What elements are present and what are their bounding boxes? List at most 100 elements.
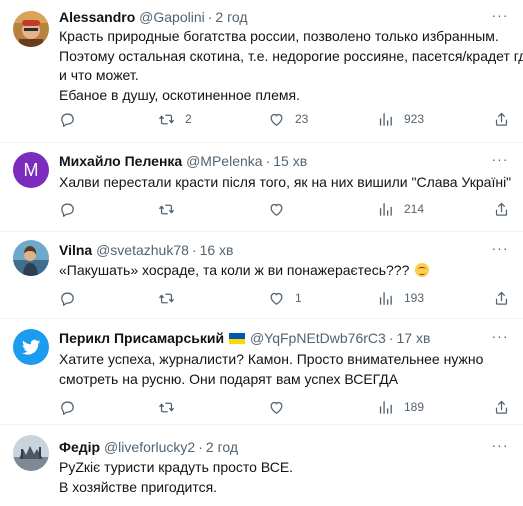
reply-icon xyxy=(61,203,74,217)
tweet-mpelenka[interactable]: M Михайло Пеленка @MPelenka · 15 хв ··· Ха… xyxy=(0,143,523,232)
views-icon xyxy=(379,291,392,305)
user-handle[interactable]: @liveforlucky2 xyxy=(104,439,195,455)
share-icon xyxy=(495,202,508,216)
more-icon[interactable]: ··· xyxy=(491,152,509,171)
separator-dot: · xyxy=(265,153,271,169)
tweet-text: «Пакушать» хосраде, та коли ж ви понажер… xyxy=(59,261,511,281)
retweet-button[interactable] xyxy=(158,199,175,219)
tweet-vilna[interactable]: Vilna @svetazhuk78 · 16 хв ··· «Пакушать» … xyxy=(0,232,523,319)
reply-button[interactable] xyxy=(59,109,86,129)
views-count: 923 xyxy=(404,112,425,126)
retweet-button[interactable]: 2 xyxy=(158,109,192,129)
like-button[interactable] xyxy=(268,199,285,219)
reply-button[interactable] xyxy=(59,397,76,417)
tweet-text-line: Ебаное в душу, оскотиненное племя. xyxy=(59,86,300,103)
timestamp[interactable]: 2 год xyxy=(206,439,238,455)
tweet-text: Халви перестали красти після того, як на… xyxy=(59,173,511,193)
display-name[interactable]: Михайло Пеленка xyxy=(59,153,182,169)
rolling-eyes-emoji xyxy=(415,263,430,277)
retweet-icon xyxy=(159,402,174,412)
views-icon xyxy=(379,112,392,126)
tweet-actions: 2 23 923 xyxy=(59,109,511,129)
avatar[interactable] xyxy=(13,11,49,47)
user-handle[interactable]: @svetazhuk78 xyxy=(96,242,189,258)
timestamp[interactable]: 15 хв xyxy=(273,153,307,169)
avatar[interactable] xyxy=(13,435,49,471)
tweet-text-line: «Пакушать» хосраде, та коли ж ви понажер… xyxy=(59,262,410,278)
share-button[interactable] xyxy=(493,109,510,129)
tweet-text-line: смотреть на русню. Они подарят вам успех… xyxy=(59,370,399,387)
timestamp[interactable]: 17 хв xyxy=(397,330,431,346)
separator-dot: · xyxy=(191,242,197,258)
tweet-text-line: и что может. xyxy=(59,67,139,83)
reply-icon xyxy=(61,292,74,306)
reply-icon xyxy=(61,113,74,127)
retweet-count: 2 xyxy=(185,112,192,126)
retweet-button[interactable] xyxy=(158,288,175,308)
ukraine-flag-icon xyxy=(229,333,246,344)
tweet-fedir[interactable]: Федір @liveforlucky2 · 2 год ··· РуZкіє ту… xyxy=(0,425,523,506)
views-button[interactable]: 189 xyxy=(377,397,424,417)
avatar[interactable] xyxy=(13,329,49,365)
display-name[interactable]: Alessandro xyxy=(59,9,135,25)
user-handle[interactable]: @Gapolini xyxy=(139,9,205,25)
tweet-text-line: Хатите успеха, журналисти? Камон. Просто… xyxy=(59,351,484,367)
tweet-text: Красть природные богатства россии, позво… xyxy=(59,27,523,105)
avatar[interactable] xyxy=(13,240,49,276)
retweet-icon xyxy=(159,293,174,303)
separator-dot: · xyxy=(198,439,203,455)
tweet-header: Федір @liveforlucky2 · 2 год xyxy=(59,438,238,456)
like-icon xyxy=(270,113,283,126)
like-icon xyxy=(270,203,283,216)
user-handle[interactable]: @MPelenka xyxy=(186,153,262,169)
share-icon xyxy=(495,291,508,305)
like-count: 1 xyxy=(295,291,302,305)
more-icon[interactable]: ··· xyxy=(491,438,509,457)
display-name[interactable]: Перикл Присамарський xyxy=(59,330,224,346)
tweet-alessandro[interactable]: Alessandro @Gapolini · 2 год ··· Красть пр… xyxy=(0,0,523,143)
share-icon xyxy=(495,400,508,414)
separator-dot: · xyxy=(207,9,213,25)
user-handle[interactable]: @YqFpNEtDwb76rC3 xyxy=(250,330,386,346)
tweet-header: Михайло Пеленка @MPelenka · 15 хв xyxy=(59,152,307,170)
timestamp[interactable]: 2 год xyxy=(215,9,247,25)
views-button[interactable]: 193 xyxy=(377,288,424,308)
display-name[interactable]: Vilna xyxy=(59,242,92,258)
views-count: 193 xyxy=(404,291,425,305)
display-name[interactable]: Федір xyxy=(59,439,100,455)
timestamp[interactable]: 16 хв xyxy=(200,242,234,258)
twitter-bird-icon xyxy=(22,339,40,355)
share-button[interactable] xyxy=(493,288,510,308)
tweet-text-line: РуZкіє туристи крадуть просто ВСЕ. xyxy=(59,459,294,475)
like-icon xyxy=(270,401,283,414)
like-button[interactable] xyxy=(268,397,285,417)
share-button[interactable] xyxy=(493,397,510,417)
like-button[interactable]: 23 xyxy=(268,109,308,129)
more-icon[interactable]: ··· xyxy=(491,329,509,348)
tweet-actions: 214 xyxy=(59,199,511,219)
retweet-button[interactable] xyxy=(158,397,175,417)
tweet-text-line: В хозяйстве пригодится. xyxy=(59,478,218,495)
retweet-icon xyxy=(159,204,174,214)
separator-dot: · xyxy=(388,330,394,346)
tweet-text-line: Поэтому остальная скотина, т.е. недороги… xyxy=(59,47,523,64)
more-icon[interactable]: ··· xyxy=(491,8,509,27)
views-button[interactable]: 214 xyxy=(377,199,424,219)
views-button[interactable]: 923 xyxy=(377,109,424,129)
replies-feed: Alessandro @Gapolini · 2 год ··· Красть пр… xyxy=(0,0,523,506)
more-icon[interactable]: ··· xyxy=(491,241,509,260)
reply-button[interactable] xyxy=(59,288,76,308)
views-count: 214 xyxy=(404,202,425,216)
views-count: 189 xyxy=(404,400,425,414)
avatar[interactable]: M xyxy=(13,152,49,188)
tweet-periklprysamarsky[interactable]: Перикл Присамарський @YqFpNEtDwb76rC3 · 17… xyxy=(0,319,523,425)
reply-button[interactable] xyxy=(59,199,76,219)
like-button[interactable]: 1 xyxy=(268,288,302,308)
views-icon xyxy=(379,202,392,216)
tweet-actions: 1 193 xyxy=(59,288,511,308)
share-button[interactable] xyxy=(493,199,510,219)
tweet-text: РуZкіє туристи крадуть просто ВСЕ. В хоз… xyxy=(59,458,511,497)
reply-icon xyxy=(61,401,74,415)
tweet-text: Хатите успеха, журналисти? Камон. Просто… xyxy=(59,350,511,389)
tweet-text-line: Красть природные богатства россии, позво… xyxy=(59,28,499,44)
